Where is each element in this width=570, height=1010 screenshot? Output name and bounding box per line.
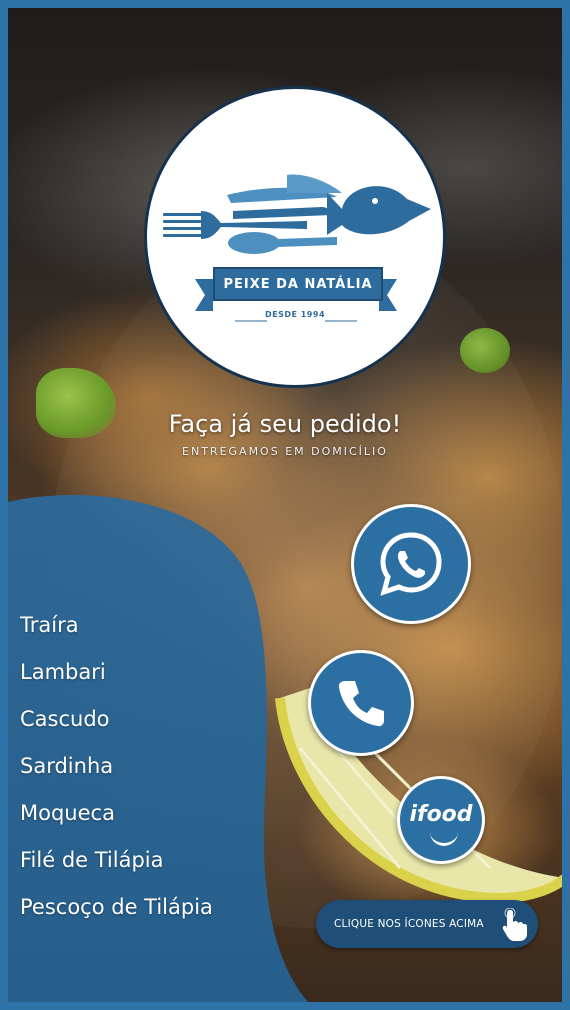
whatsapp-button[interactable]: [351, 504, 471, 624]
hint-label: CLIQUE NOS ÍCONES ACIMA: [334, 918, 484, 930]
menu-item: Traíra: [20, 613, 79, 637]
phone-button[interactable]: [308, 650, 414, 756]
ifood-logo: ifood: [409, 801, 473, 827]
brand-name: PEIXE DA NATÁLIA: [213, 267, 383, 301]
pointing-hand-icon: [502, 908, 527, 941]
app-frame: PEIXE DA NATÁLIA DESDE 1994 Faça já seu …: [0, 0, 570, 1010]
menu-item: Cascudo: [20, 707, 110, 731]
delivery-subtitle: ENTREGAMOS EM DOMICÍLIO: [182, 445, 388, 458]
ifood-smile-icon: [430, 831, 458, 846]
order-headline: Faça já seu pedido!: [168, 410, 402, 438]
fish-cutlery-icon: [163, 174, 431, 322]
phone-icon: [338, 681, 384, 727]
click-icons-hint: CLIQUE NOS ÍCONES ACIMA: [316, 900, 538, 948]
menu-item: Moqueca: [20, 801, 115, 825]
menu-item: Sardinha: [20, 754, 114, 778]
whatsapp-icon: [380, 532, 442, 596]
menu-item: Lambari: [20, 660, 106, 684]
menu-item: Pescoço de Tilápia: [20, 895, 213, 919]
ifood-button[interactable]: ifood: [397, 776, 485, 864]
menu-item: Filé de Tilápia: [20, 848, 164, 872]
brand-since: DESDE 1994: [264, 310, 326, 319]
brand-logo: PEIXE DA NATÁLIA DESDE 1994: [144, 86, 446, 388]
menu-list: Traíra Lambari Cascudo Sardinha Moqueca …: [20, 602, 213, 931]
lettuce-image: [460, 328, 510, 373]
